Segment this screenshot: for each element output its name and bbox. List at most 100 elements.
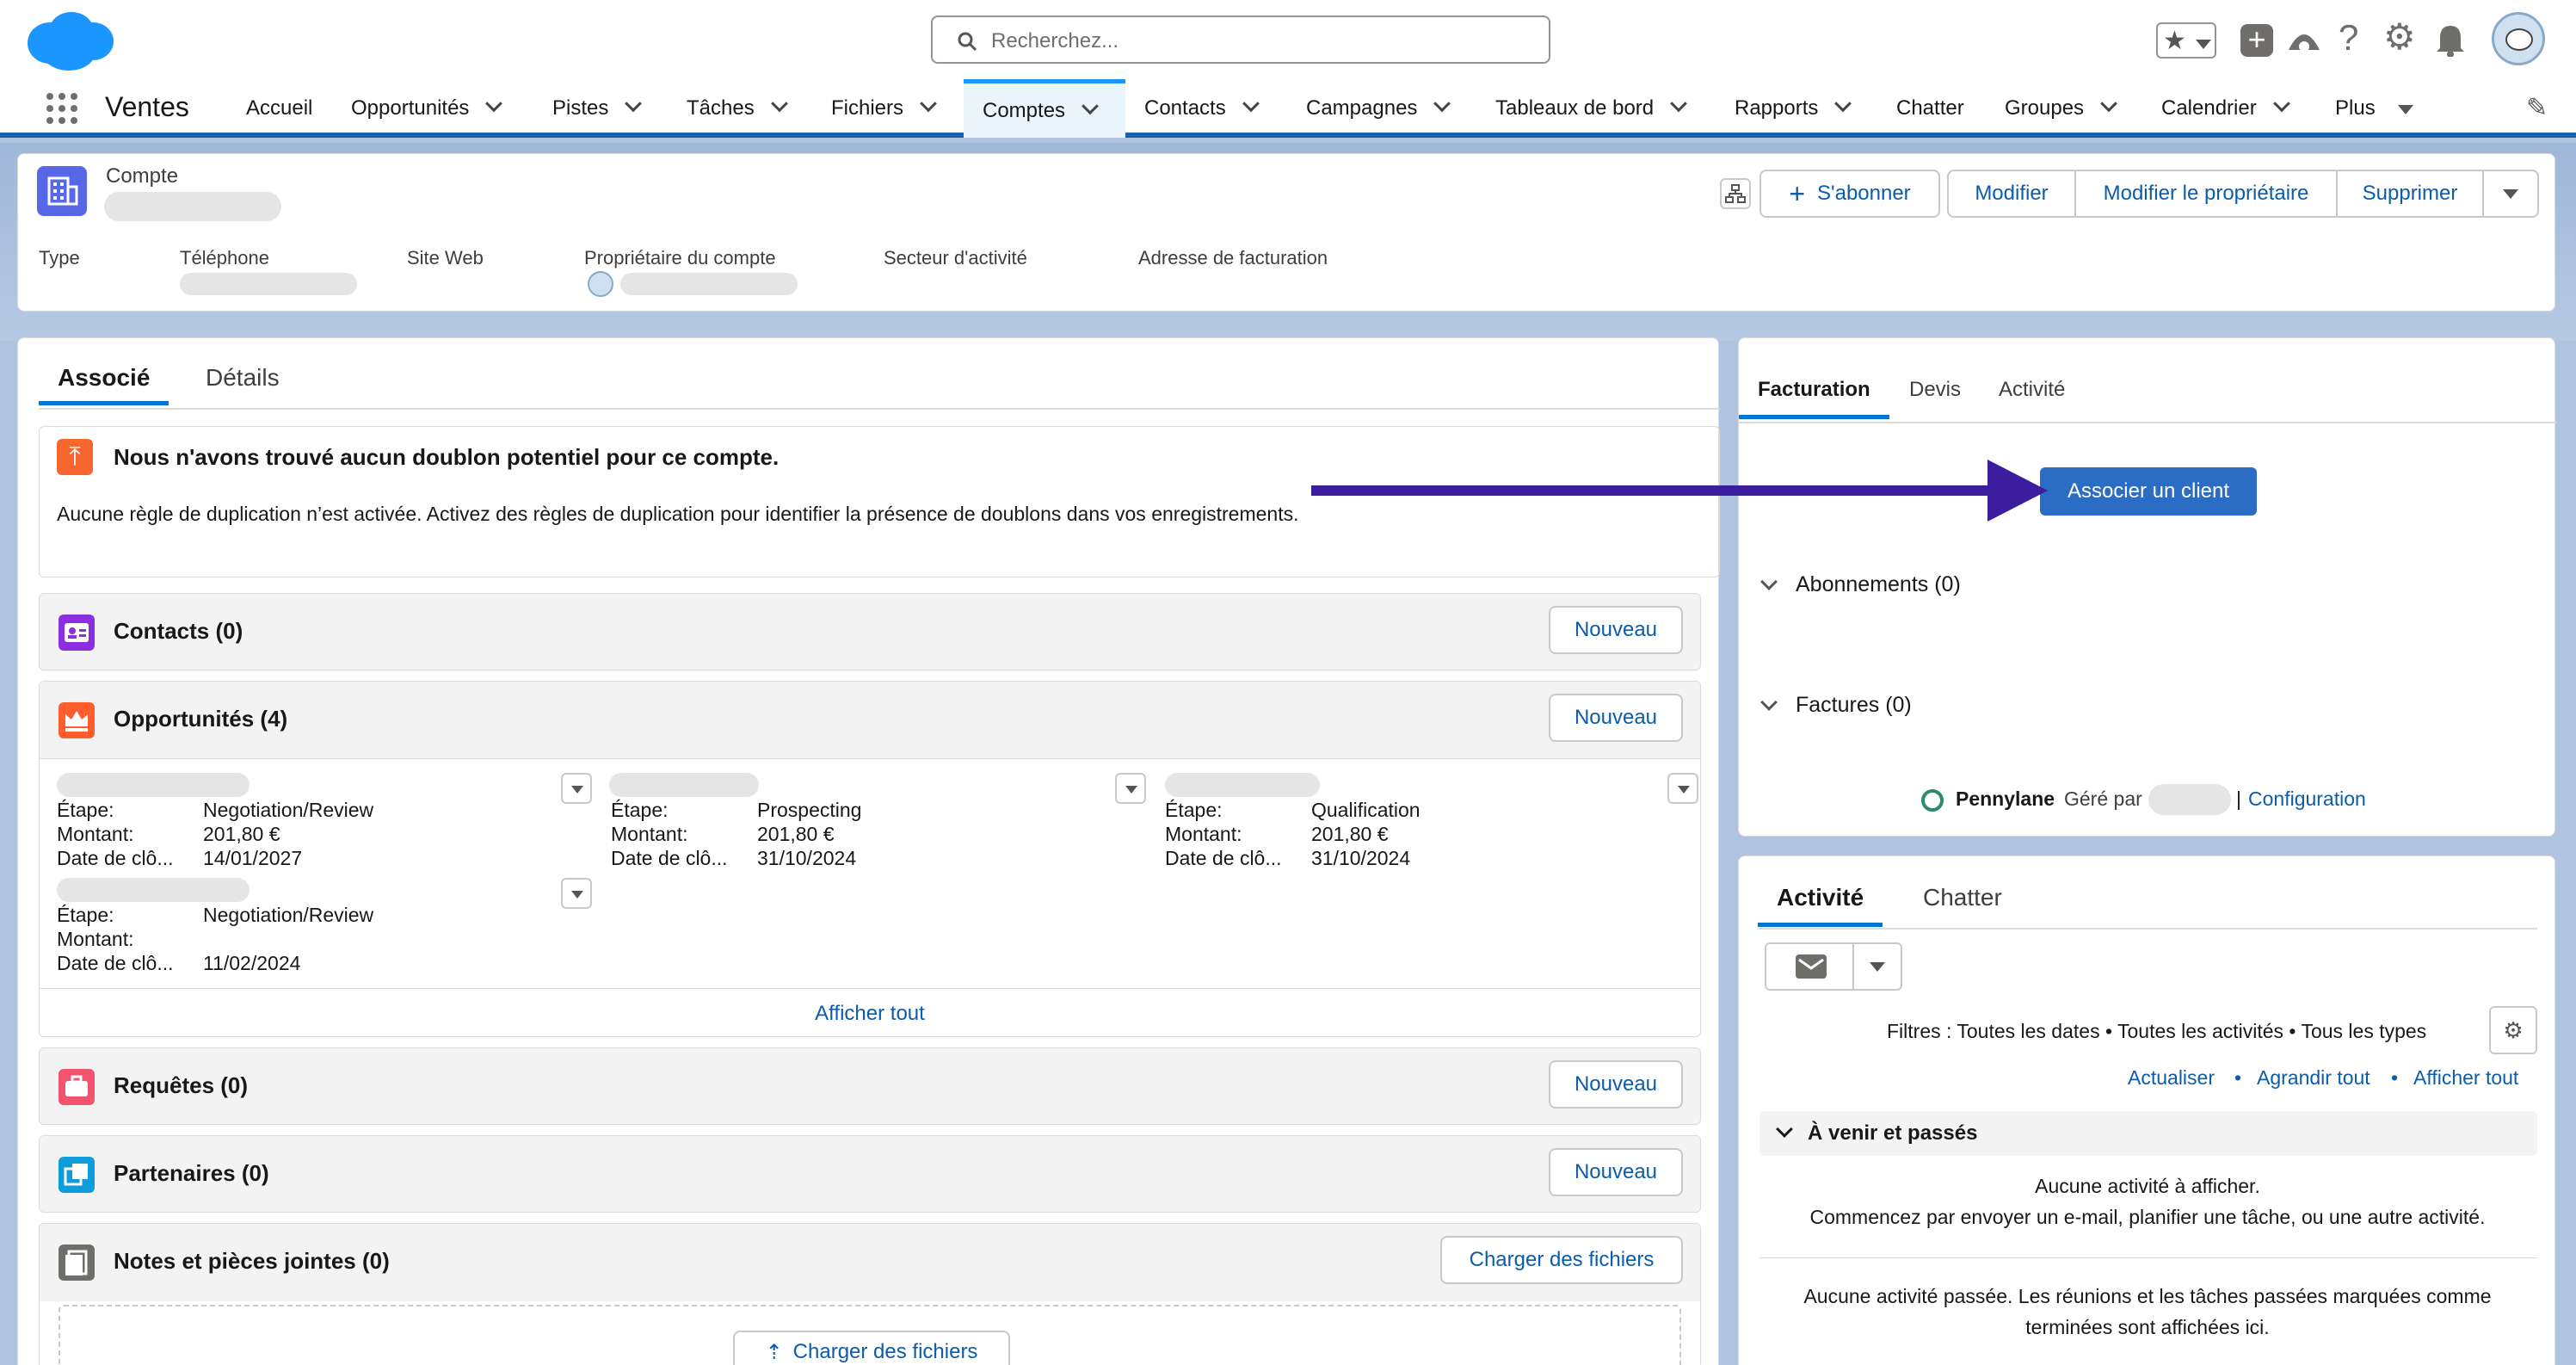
tab-activite[interactable]: Activité [1758, 884, 1883, 927]
opp-footer-divider [40, 988, 1700, 989]
chevron-down-icon[interactable] [485, 95, 503, 113]
upcoming-section-header[interactable]: À venir et passés [1759, 1111, 2537, 1156]
view-all-opportunities-link[interactable]: Afficher tout [40, 1002, 1700, 1026]
tab-associe[interactable]: Associé [39, 364, 169, 405]
search-icon [958, 32, 977, 52]
chevron-down-icon[interactable] [1834, 95, 1852, 113]
subscribe-button[interactable]: + S'abonner [1759, 170, 1940, 218]
trailhead-icon[interactable] [2285, 24, 2323, 59]
opp-name-redacted[interactable] [609, 773, 759, 797]
tab-facturation[interactable]: Facturation [1739, 378, 1889, 419]
more-actions-button[interactable] [2484, 171, 2537, 216]
nav-item-fichiers[interactable]: Fichiers [831, 79, 937, 138]
upload-icon: ⇡ [765, 1340, 783, 1364]
opp-amount-label: Montant: [57, 823, 134, 845]
nav-item-campagnes[interactable]: Campagnes [1306, 79, 1451, 138]
expand-all-link[interactable]: Agrandir tout [2257, 1066, 2370, 1090]
favorites-button[interactable]: ★ [2156, 22, 2216, 59]
file-dropzone[interactable]: ⇡ Charger des fichiers [59, 1305, 1681, 1365]
email-button[interactable] [1766, 944, 1854, 989]
nav-item-tableaux-de-bord[interactable]: Tableaux de bord [1495, 79, 1688, 138]
opp-name-redacted[interactable] [57, 773, 250, 797]
edit-button[interactable]: Modifier [1949, 171, 2076, 216]
change-owner-button[interactable]: Modifier le propriétaire [2076, 171, 2338, 216]
opp-stage-label: Étape: [57, 904, 114, 926]
filter-settings-button[interactable]: ⚙ [2489, 1006, 2537, 1054]
activity-filters[interactable]: Filtres : Toutes les dates • Toutes les … [1887, 1020, 2426, 1043]
opp-row-menu[interactable] [561, 878, 592, 909]
notification-bell-icon[interactable] [2435, 22, 2466, 57]
partners-icon [59, 1157, 95, 1193]
owner-name-redacted[interactable] [620, 273, 798, 295]
nav-item-opportunites[interactable]: Opportunités [351, 79, 503, 138]
contacts-title[interactable]: Contacts (0) [114, 618, 243, 645]
field-label-type: Type [39, 247, 80, 269]
nav-item-accueil[interactable]: Accueil [246, 79, 312, 138]
refresh-link[interactable]: Actualiser [2128, 1066, 2215, 1090]
caret-down-icon [2503, 188, 2518, 199]
hierarchy-button[interactable] [1720, 178, 1751, 209]
chevron-down-icon[interactable] [1242, 95, 1260, 113]
partners-title[interactable]: Partenaires (0) [114, 1160, 269, 1187]
nav-item-calendrier[interactable]: Calendrier [2161, 79, 2290, 138]
opp-row-menu[interactable] [1667, 773, 1698, 804]
nav-item-plus[interactable]: Plus [2335, 79, 2413, 138]
salesforce-logo[interactable] [24, 9, 115, 72]
nav-item-comptes[interactable]: Comptes [964, 79, 1125, 138]
tab-details[interactable]: Détails [206, 364, 280, 392]
more-activity-actions-button[interactable] [1854, 944, 1901, 989]
nav-item-pistes[interactable]: Pistes [552, 79, 643, 138]
nav-item-chatter[interactable]: Chatter [1896, 79, 1964, 138]
opp-amount-label: Montant: [611, 823, 688, 845]
nav-item-taches[interactable]: Tâches [687, 79, 788, 138]
new-contact-button[interactable]: Nouveau [1549, 606, 1683, 654]
new-partner-button[interactable]: Nouveau [1549, 1148, 1683, 1196]
edit-pencil-icon[interactable]: ✎ [2526, 93, 2548, 123]
nav-item-rapports[interactable]: Rapports [1735, 79, 1852, 138]
tab-chatter[interactable]: Chatter [1923, 884, 2002, 911]
chevron-down-icon[interactable] [1433, 95, 1451, 113]
chevron-down-icon[interactable] [920, 95, 937, 113]
nav-item-groupes[interactable]: Groupes [2005, 79, 2117, 138]
opp-row-menu[interactable] [1115, 773, 1146, 804]
dot-separator: • [2234, 1066, 2242, 1089]
chevron-down-icon[interactable] [2100, 95, 2117, 113]
notes-title[interactable]: Notes et pièces jointes (0) [114, 1248, 390, 1275]
user-avatar[interactable] [2492, 12, 2545, 65]
owner-avatar[interactable] [588, 271, 613, 297]
help-icon[interactable]: ? [2339, 17, 2358, 59]
opportunities-title[interactable]: Opportunités (4) [114, 706, 287, 732]
global-actions-icon[interactable]: + [2240, 24, 2273, 57]
caret-down-icon[interactable] [2397, 96, 2413, 120]
gear-icon[interactable]: ⚙ [2383, 15, 2416, 58]
chevron-down-icon[interactable] [1082, 96, 1099, 114]
opp-row-menu[interactable] [561, 773, 592, 804]
chevron-down-icon[interactable] [1670, 95, 1688, 113]
tab-devis[interactable]: Devis [1909, 378, 1961, 402]
opp-name-redacted[interactable] [1165, 773, 1320, 797]
configuration-link[interactable]: Configuration [2248, 788, 2366, 811]
upload-files-dropzone-button[interactable]: ⇡ Charger des fichiers [733, 1331, 1010, 1365]
app-launcher-icon[interactable] [45, 91, 79, 126]
search-box[interactable]: Recherchez... [931, 15, 1550, 64]
activity-tabs-divider [1758, 928, 2537, 930]
chevron-down-icon[interactable] [625, 95, 643, 113]
nav-item-contacts[interactable]: Contacts [1144, 79, 1260, 138]
opp-stage-value: Prospecting [757, 799, 862, 821]
field-label-billing: Adresse de facturation [1138, 247, 1328, 269]
new-case-button[interactable]: Nouveau [1549, 1060, 1683, 1109]
opp-name-redacted[interactable] [57, 878, 250, 902]
chevron-down-icon[interactable] [2272, 95, 2290, 113]
upload-files-button[interactable]: Charger des fichiers [1440, 1236, 1683, 1284]
delete-button[interactable]: Supprimer [2338, 171, 2484, 216]
associate-client-button[interactable]: Associer un client [2040, 467, 2257, 516]
opp-close-label: Date de clô... [57, 847, 174, 869]
view-all-activity-link[interactable]: Afficher tout [2413, 1066, 2518, 1090]
field-label-phone: Téléphone [180, 247, 269, 269]
chevron-down-icon[interactable] [770, 95, 788, 113]
tab-activite-billing[interactable]: Activité [1999, 378, 2065, 402]
new-opportunity-button[interactable]: Nouveau [1549, 694, 1683, 742]
opp-stage-value: Negotiation/Review [203, 799, 374, 821]
app-name: Ventes [105, 91, 189, 122]
cases-title[interactable]: Requêtes (0) [114, 1072, 248, 1099]
